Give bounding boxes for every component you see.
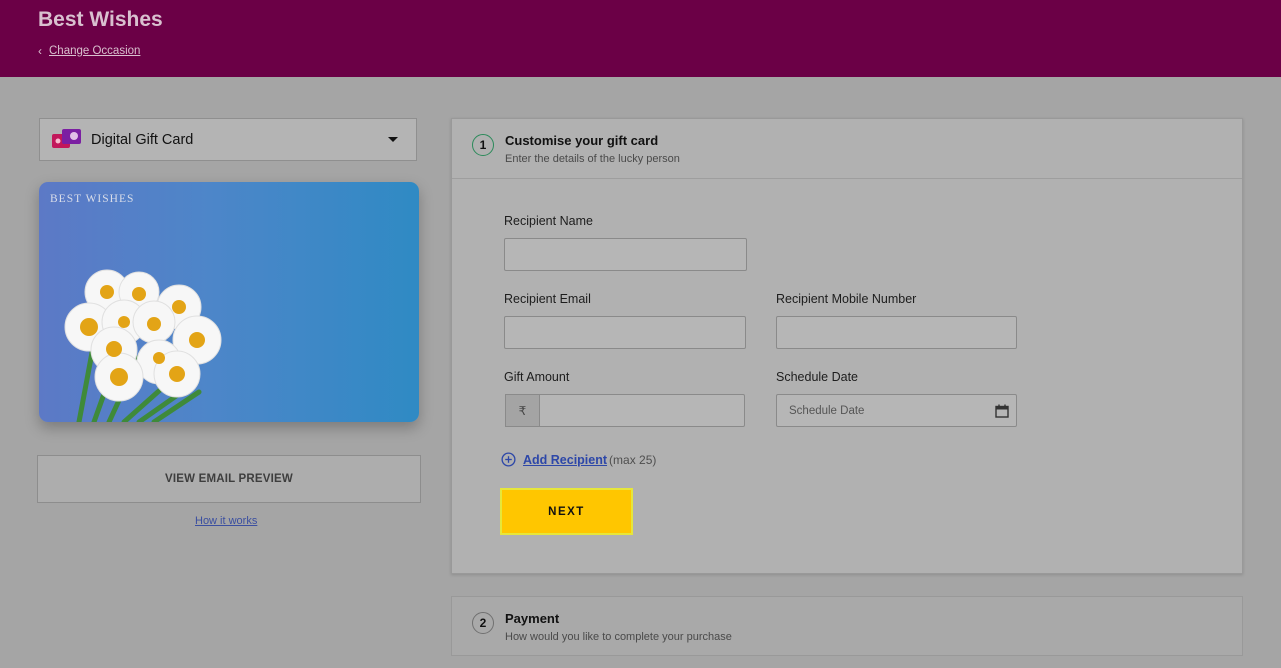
step1-subtitle: Enter the details of the lucky person — [505, 153, 680, 165]
recipient-email-label: Recipient Email — [504, 292, 591, 306]
add-recipient-row: Add Recipient (max 25) — [501, 452, 656, 467]
step-number-badge: 2 — [472, 612, 494, 634]
change-occasion-link[interactable]: ‹ Change Occasion — [38, 45, 140, 57]
card-type-label: Digital Gift Card — [91, 131, 194, 148]
gift-amount-input[interactable] — [539, 394, 745, 427]
schedule-date-input[interactable] — [776, 394, 1017, 427]
gift-amount-label: Gift Amount — [504, 370, 570, 384]
calendar-icon[interactable] — [995, 404, 1009, 418]
step1-header[interactable]: 1 Customise your gift card Enter the det… — [452, 119, 1242, 179]
daisy-bouquet-illustration — [64, 269, 222, 422]
how-it-works-link[interactable]: How it works — [195, 515, 257, 527]
recipient-name-label: Recipient Name — [504, 214, 593, 228]
add-recipient-max-note: (max 25) — [609, 452, 657, 467]
view-email-preview-button[interactable]: VIEW EMAIL PREVIEW — [37, 455, 421, 503]
add-circle-icon[interactable] — [501, 452, 516, 467]
gift-card-thumbnail-icon — [52, 128, 82, 152]
page-title: Best Wishes — [38, 8, 163, 31]
next-button[interactable]: NEXT — [500, 488, 633, 535]
change-occasion-label: Change Occasion — [49, 45, 141, 57]
payment-panel[interactable]: 2 Payment How would you like to complete… — [451, 596, 1243, 656]
recipient-name-input[interactable] — [504, 238, 747, 271]
step2-subtitle: How would you like to complete your purc… — [505, 631, 732, 643]
step2-title: Payment — [505, 611, 560, 626]
step-number-badge: 1 — [472, 134, 494, 156]
recipient-email-input[interactable] — [504, 316, 746, 349]
top-header: Best Wishes ‹ Change Occasion — [0, 0, 1281, 77]
recipient-mobile-input[interactable] — [776, 316, 1017, 349]
step1-title: Customise your gift card — [505, 133, 659, 148]
rupee-currency-icon: ₹ — [505, 394, 539, 427]
recipient-mobile-label: Recipient Mobile Number — [776, 292, 917, 306]
card-greeting-text: BEST WISHES — [50, 193, 135, 205]
schedule-date-label: Schedule Date — [776, 370, 859, 384]
add-recipient-link[interactable]: Add Recipient — [523, 453, 607, 467]
chevron-left-icon: ‹ — [38, 44, 42, 58]
dropdown-caret-icon — [388, 137, 398, 142]
card-type-dropdown[interactable]: Digital Gift Card — [39, 118, 417, 161]
gift-card-preview: BEST WISHES — [39, 182, 419, 422]
